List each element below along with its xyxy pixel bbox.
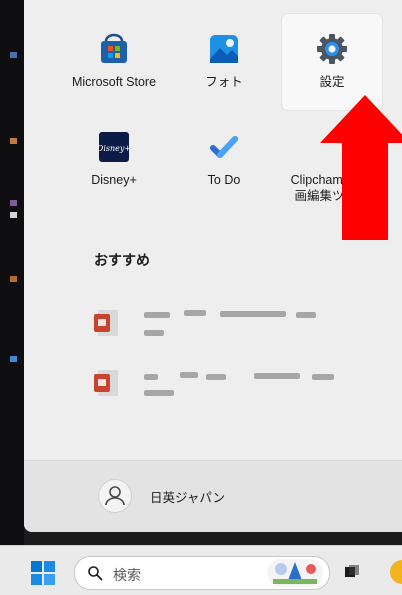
app-label: Microsoft Store: [71, 75, 157, 89]
blurred-filename: [144, 312, 170, 318]
app-label: 設定: [319, 75, 345, 89]
blurred-filename: [220, 311, 286, 317]
office-document-icon: [94, 310, 118, 336]
blurred-filename: [184, 310, 206, 316]
user-avatar[interactable]: [98, 479, 132, 513]
office-document-icon: [94, 370, 118, 396]
blurred-filename: [144, 374, 158, 380]
pinned-app-photos[interactable]: フォト: [174, 14, 274, 110]
user-icon: [105, 486, 125, 506]
disney-plus-icon: Disney+: [97, 132, 131, 162]
taskbar: 検索: [0, 545, 402, 595]
blurred-filename: [312, 374, 334, 380]
desktop-pixel: [10, 356, 17, 362]
taskbar-search-box[interactable]: 検索: [74, 556, 330, 590]
blurred-filename: [180, 372, 198, 378]
blurred-filename: [296, 312, 316, 318]
photos-icon: [210, 35, 238, 63]
pinned-app-todo[interactable]: To Do: [174, 112, 274, 208]
app-label: To Do: [207, 173, 241, 187]
pinned-app-microsoft-store[interactable]: Microsoft Store: [64, 14, 164, 110]
task-view-icon[interactable]: [344, 564, 360, 580]
recommended-item[interactable]: [92, 302, 392, 346]
desktop-background-strip: [0, 0, 24, 545]
blurred-date: [144, 390, 174, 396]
desktop-pixel: [10, 52, 17, 58]
recommended-title: おすすめ: [94, 252, 150, 268]
todo-check-icon: [210, 136, 238, 158]
desktop-pixel: [10, 138, 17, 144]
start-menu: Microsoft Store フォト 設定 Disney+ Disney+ T…: [24, 0, 402, 532]
settings-gear-icon: [317, 34, 347, 64]
search-placeholder: 検索: [113, 567, 141, 583]
blurred-filename: [206, 374, 226, 380]
blurred-filename: [254, 373, 300, 379]
pinned-app-disney-plus[interactable]: Disney+ Disney+: [64, 112, 164, 208]
desktop-pixel: [10, 212, 17, 218]
recommended-item[interactable]: [92, 362, 392, 406]
blurred-date: [144, 330, 164, 336]
start-menu-footer: 日英ジャパン: [24, 460, 402, 532]
desktop-pixel: [10, 200, 17, 206]
user-name[interactable]: 日英ジャパン: [150, 487, 225, 506]
microsoft-store-icon: [101, 33, 127, 63]
red-arrow-annotation: [320, 95, 402, 240]
windows-start-button[interactable]: [30, 560, 56, 586]
desktop-pixel: [10, 276, 17, 282]
app-label: Disney+: [91, 173, 137, 187]
app-label: フォト: [205, 75, 243, 89]
taskbar-app-icon[interactable]: [390, 560, 402, 584]
search-highlight-illustration: [267, 559, 323, 587]
svg-text:Disney+: Disney+: [97, 144, 131, 153]
search-icon: [88, 566, 103, 581]
